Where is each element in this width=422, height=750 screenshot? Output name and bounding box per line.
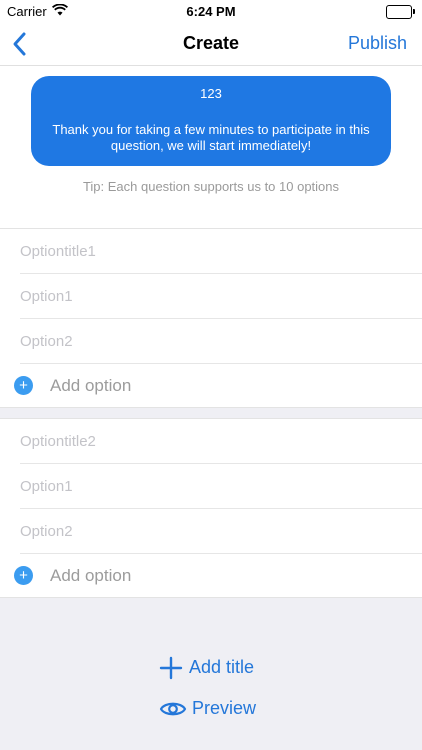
add-option-button[interactable]: + Add option: [0, 364, 422, 408]
status-time: 6:24 PM: [186, 4, 236, 19]
option-placeholder: Option1: [20, 288, 73, 305]
question-description: Thank you for taking a few minutes to pa…: [52, 122, 370, 153]
question-title: 123: [200, 86, 222, 101]
add-option-button[interactable]: + Add option: [0, 554, 422, 598]
status-bar: Carrier 6:24 PM: [0, 0, 422, 22]
option-placeholder: Option2: [20, 523, 73, 540]
add-option-label: Add option: [50, 376, 132, 395]
option-placeholder: Option2: [20, 333, 73, 350]
preview-label: Preview: [192, 698, 257, 718]
eye-icon: [159, 702, 187, 716]
add-title-label: Add title: [189, 657, 255, 677]
add-option-label: Add option: [50, 566, 132, 585]
battery-icon: [386, 5, 415, 19]
option-title-placeholder: Optiontitle2: [20, 433, 96, 450]
publish-button[interactable]: Publish: [348, 33, 407, 54]
option-field[interactable]: Option2: [20, 509, 422, 554]
plus-icon: [159, 656, 183, 680]
option-placeholder: Option1: [20, 478, 73, 495]
option-title-placeholder: Optiontitle1: [20, 243, 96, 260]
navigation-bar: Create Publish: [0, 22, 422, 66]
option-title-field[interactable]: Optiontitle1: [20, 229, 422, 274]
option-field[interactable]: Option2: [20, 319, 422, 364]
option-group: Optiontitle1 Option1 Option2 + Add optio…: [0, 228, 422, 408]
plus-circle-icon: +: [14, 566, 33, 585]
question-header: 123 Thank you for taking a few minutes t…: [0, 66, 422, 229]
option-field[interactable]: Option1: [20, 274, 422, 319]
tip-text: Tip: Each question supports us to 10 opt…: [82, 179, 340, 194]
option-group: Optiontitle2 Option1 Option2 + Add optio…: [0, 418, 422, 598]
option-field[interactable]: Option1: [20, 464, 422, 509]
question-bubble[interactable]: 123 Thank you for taking a few minutes t…: [31, 76, 391, 166]
option-title-field[interactable]: Optiontitle2: [20, 419, 422, 464]
plus-circle-icon: +: [14, 376, 33, 395]
